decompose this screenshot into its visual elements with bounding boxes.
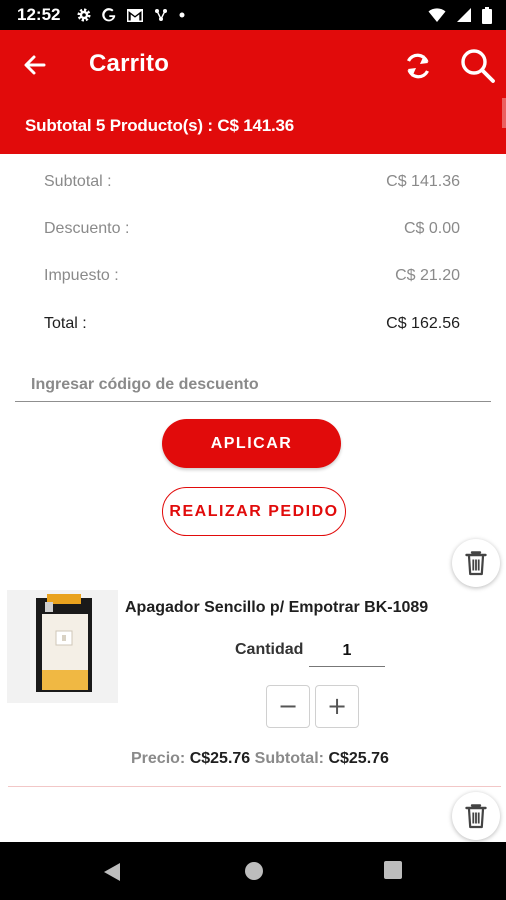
battery-icon [482,6,492,24]
place-order-button[interactable]: REALIZAR PEDIDO [162,487,346,536]
status-time: 12:52 [17,5,61,24]
subtotal-value: C$ 141.36 [386,173,460,190]
back-triangle-icon[interactable] [102,861,122,883]
home-circle-icon[interactable] [244,861,264,881]
total-value: C$ 162.56 [386,315,460,332]
subtotal-label: Subtotal : [44,173,112,190]
quantity-input[interactable] [309,636,385,667]
item-divider [8,786,501,787]
refresh-icon[interactable] [400,48,436,84]
total-label: Total : [44,315,87,332]
app-bar: Carrito Subtotal 5 Producto(s) : C$ 141.… [0,30,506,154]
price-value: C$25.76 [189,750,251,767]
gmail-icon [127,8,143,22]
delete-item-button[interactable] [452,539,500,587]
item-subtotal-label: Subtotal: [254,750,324,767]
tax-row: Impuesto : C$ 21.20 [44,267,460,291]
status-bar: 12:52 [0,0,506,30]
tax-value: C$ 21.20 [395,267,460,284]
item-subtotal-value: C$25.76 [328,750,389,767]
recents-square-icon[interactable] [384,861,402,879]
price-label: Precio: [131,750,186,767]
network-icon [155,9,167,21]
google-icon [102,8,116,22]
quantity-label: Cantidad [235,641,304,658]
total-row: Total : C$ 162.56 [44,315,460,339]
tax-label: Impuesto : [44,267,119,284]
page-title: Carrito [89,50,170,77]
wifi-icon [428,8,446,22]
discount-label: Descuento : [44,220,130,237]
product-image[interactable] [7,590,118,703]
scroll-indicator [502,98,506,128]
product-name[interactable]: Apagador Sencillo p/ Empotrar BK-1089 [125,599,428,617]
discount-value: C$ 0.00 [403,220,460,237]
notification-icons [76,6,186,24]
system-icons [428,6,492,24]
trash-icon [465,804,487,829]
decrease-quantity-button[interactable]: − [266,685,310,728]
trash-icon [465,551,487,576]
discount-row: Descuento : C$ 0.00 [44,220,460,244]
dot-icon [179,12,185,18]
price-line: Precio: C$25.76 Subtotal: C$25.76 [131,750,389,768]
light-switch-package-image [7,590,118,703]
discount-code-input[interactable] [15,368,491,402]
system-nav-bar [0,842,506,900]
delete-item-button[interactable] [452,792,500,840]
signal-icon [457,8,471,22]
gear-icon [77,8,91,22]
increase-quantity-button[interactable]: + [315,685,359,728]
back-arrow-icon[interactable] [18,48,52,82]
subtotal-row: Subtotal : C$ 141.36 [44,173,460,197]
apply-discount-button[interactable]: APLICAR [162,419,341,468]
search-icon[interactable] [458,46,496,84]
cart-subtotal-summary: Subtotal 5 Producto(s) : C$ 141.36 [25,116,295,135]
